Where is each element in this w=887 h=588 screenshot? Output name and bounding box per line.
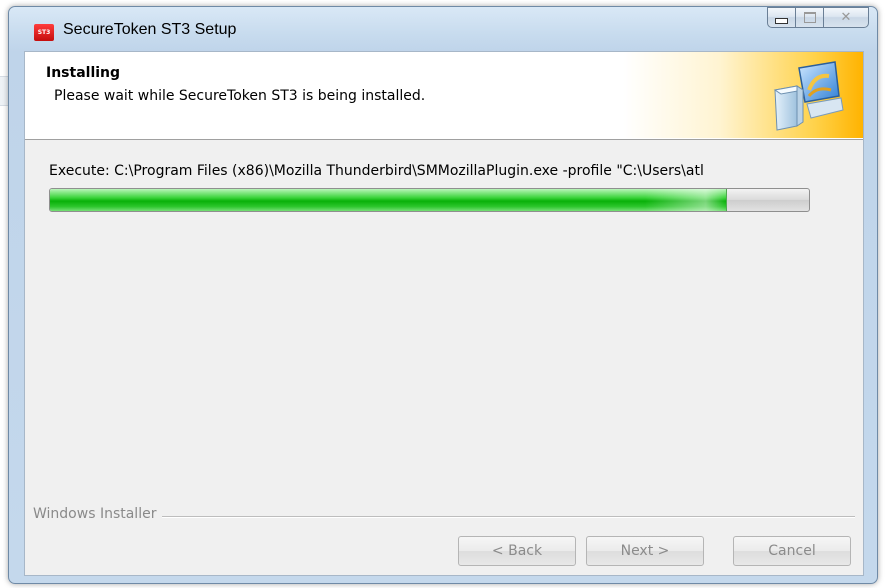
next-button[interactable]: Next > bbox=[586, 536, 704, 566]
close-icon: ✕ bbox=[840, 10, 852, 25]
app-icon-label: ST3 bbox=[37, 29, 51, 36]
execute-status-text: Execute: C:\Program Files (x86)\Mozilla … bbox=[49, 163, 704, 179]
maximize-button[interactable] bbox=[795, 7, 823, 28]
install-progress-bar bbox=[49, 188, 810, 212]
window-title: SecureToken ST3 Setup bbox=[63, 21, 237, 38]
cancel-button[interactable]: Cancel bbox=[733, 536, 851, 566]
minimize-icon bbox=[775, 17, 788, 24]
caption-buttons: ✕ bbox=[767, 7, 869, 29]
dialog-client-area: Installing Please wait while SecureToken… bbox=[24, 51, 864, 576]
page-subtitle: Please wait while SecureToken ST3 is bei… bbox=[54, 88, 426, 104]
maximize-icon bbox=[803, 12, 816, 23]
windows-installer-label: Windows Installer bbox=[33, 506, 163, 522]
back-button[interactable]: < Back bbox=[458, 536, 576, 566]
dialog-header: Installing Please wait while SecureToken… bbox=[25, 52, 863, 140]
title-bar[interactable]: ST3 SecureToken ST3 Setup ✕ bbox=[9, 7, 877, 51]
installer-box-icon bbox=[773, 61, 844, 131]
close-button[interactable]: ✕ bbox=[823, 7, 869, 28]
minimize-button[interactable] bbox=[767, 7, 795, 28]
page-title: Installing bbox=[46, 65, 121, 81]
st3-app-icon: ST3 bbox=[34, 24, 54, 41]
setup-window: ST3 SecureToken ST3 Setup ✕ Installing P… bbox=[8, 6, 878, 584]
progress-fill bbox=[50, 189, 727, 211]
